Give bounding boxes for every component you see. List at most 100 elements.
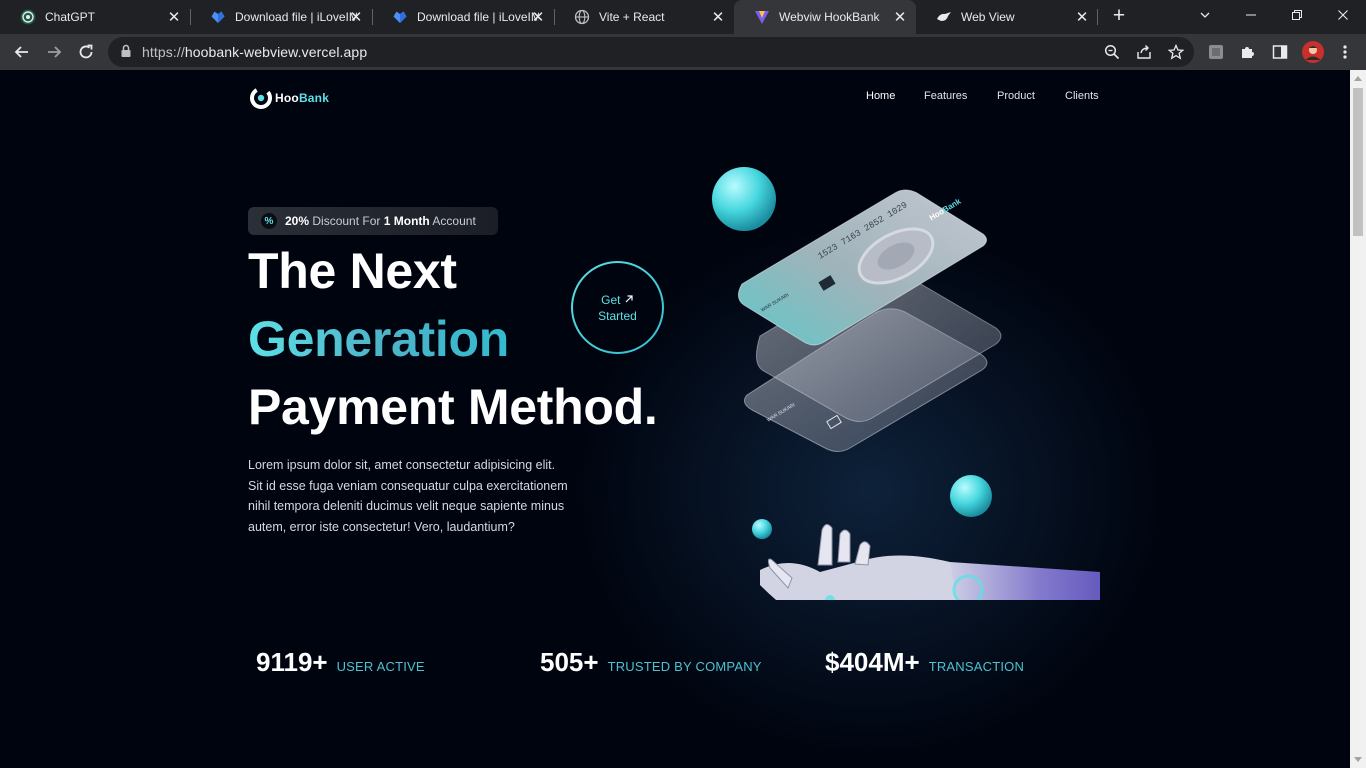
get-started-label-1: Get [601, 292, 621, 307]
avatar[interactable] [1302, 41, 1324, 63]
hero-heading-line1: The Next [248, 243, 457, 299]
get-started-inner: Get Started [573, 263, 662, 352]
tab-ilovepdf-2[interactable]: Download file | iLoveIMG ✕ [372, 0, 554, 34]
sphere-medium [950, 475, 992, 517]
ilovepdf-heart-icon [210, 9, 226, 25]
discount-suffix: Account [432, 214, 476, 228]
arrow-left-icon [14, 46, 28, 58]
extension-icon[interactable] [1207, 43, 1225, 61]
reload-icon [79, 44, 93, 59]
logo-hoo: Hoo [275, 91, 299, 105]
logo-bank: Bank [298, 91, 330, 105]
reload-button[interactable] [72, 38, 100, 66]
discount-period: 1 Month [383, 214, 430, 228]
tab-search-button[interactable] [1182, 0, 1228, 30]
chatgpt-icon [20, 9, 36, 25]
forward-button[interactable] [40, 38, 68, 66]
get-started-line2: Started [598, 308, 637, 323]
discount-mid: Discount For [312, 214, 381, 228]
stat-trusted-by-company: 505+ TRUSTED BY COMPANY [540, 647, 762, 678]
scrollbar-thumb[interactable] [1353, 88, 1363, 236]
page-viewport: HooBank Home Features Product Clients % … [0, 70, 1350, 768]
url-scheme: https:// [142, 44, 185, 60]
get-started-button[interactable]: Get Started [571, 261, 664, 354]
tab-strip: ChatGPT ✕ Download file | iLoveIMG ✕ Dow… [0, 0, 1366, 34]
tab-title: Vite + React [599, 10, 665, 24]
discount-percent: 20% [285, 214, 310, 228]
discount-badge: % 20% Discount For 1 Month Account [248, 207, 498, 235]
ilovepdf-heart-icon [392, 9, 408, 25]
puzzle-icon[interactable] [1239, 43, 1257, 61]
restore-button[interactable] [1274, 0, 1320, 30]
hero-illustration: 1523 7163 2852 1029 HooBank WAR SUKARI W… [712, 167, 1100, 600]
tab-divider [1097, 9, 1098, 25]
close-icon[interactable]: ✕ [166, 9, 182, 25]
hoobank-logo[interactable]: HooBank [250, 87, 329, 109]
stat-transaction: $404M+ TRANSACTION [825, 647, 1024, 678]
scroll-up-arrow-icon[interactable] [1354, 76, 1362, 81]
tab-title: Webviw HookBank [779, 10, 880, 24]
stat-user-active: 9119+ USER ACTIVE [256, 647, 425, 678]
tab-title: Download file | iLoveIMG [235, 10, 357, 24]
new-tab-button[interactable]: + [1108, 4, 1130, 27]
discount-icon: % [261, 213, 277, 229]
stat-value: 505+ [540, 647, 599, 677]
close-icon [1338, 10, 1348, 20]
tab-webviw-hookbank[interactable]: Webviw HookBank ✕ [734, 0, 916, 34]
hero-heading-line2: Generation [248, 311, 509, 367]
card-brand-bank: Bank [941, 196, 963, 214]
zoom-icon[interactable] [1103, 43, 1121, 61]
bookmark-star-icon[interactable] [1167, 43, 1185, 61]
discount-text: 20% Discount For 1 Month Account [285, 214, 476, 228]
nav-product[interactable]: Product [997, 90, 1035, 102]
close-icon[interactable]: ✕ [710, 9, 726, 25]
globe-icon [574, 9, 590, 25]
stat-value: $404M+ [825, 647, 920, 677]
nav-home[interactable]: Home [866, 90, 895, 102]
stat-label: USER ACTIVE [336, 659, 425, 674]
hero-description: Lorem ipsum dolor sit, amet consectetur … [248, 458, 568, 534]
arrow-up-right-icon [625, 294, 633, 302]
hero-heading-line3: Payment Method. [248, 379, 658, 435]
tab-vite-react[interactable]: Vite + React ✕ [554, 0, 734, 34]
tab-title: Download file | iLoveIMG [417, 10, 539, 24]
robot-hand [760, 524, 1100, 600]
tab-title: ChatGPT [45, 10, 96, 24]
menu-kebab-icon[interactable] [1336, 43, 1354, 61]
sphere-large [712, 167, 776, 231]
close-window-button[interactable] [1320, 0, 1366, 30]
tab-chatgpt[interactable]: ChatGPT ✕ [0, 0, 190, 34]
vertical-scrollbar[interactable] [1350, 70, 1366, 768]
vite-icon [754, 9, 770, 25]
url-host: hoobank-webview.vercel.app [184, 44, 368, 60]
tab-web-view[interactable]: Web View ✕ [916, 0, 1098, 34]
sphere-small [752, 519, 772, 539]
chevron-down-icon [1200, 12, 1210, 18]
address-bar[interactable]: https://hoobank-webview.vercel.app [108, 37, 1194, 67]
url-text[interactable]: https://hoobank-webview.vercel.app [142, 44, 367, 60]
side-panel-icon[interactable] [1271, 43, 1289, 61]
hoobank-logo-icon [250, 87, 272, 109]
nav-features[interactable]: Features [924, 90, 967, 102]
restore-icon [1292, 10, 1302, 20]
scroll-down-arrow-icon[interactable] [1354, 757, 1362, 762]
close-icon[interactable]: ✕ [1074, 9, 1090, 25]
close-icon[interactable]: ✕ [348, 9, 364, 25]
close-icon[interactable]: ✕ [892, 9, 908, 25]
logo-wordmark: HooBank [275, 91, 329, 105]
share-icon[interactable] [1135, 43, 1153, 61]
close-icon[interactable]: ✕ [530, 9, 546, 25]
get-started-line1: Get [601, 292, 634, 308]
minimize-button[interactable] [1228, 0, 1274, 30]
browser-toolbar: https://hoobank-webview.vercel.app [0, 34, 1366, 70]
minimize-icon [1246, 14, 1256, 16]
stat-label: TRANSACTION [928, 659, 1025, 674]
nav-clients[interactable]: Clients [1065, 90, 1099, 102]
lock-icon[interactable] [120, 44, 132, 63]
stat-label: TRUSTED BY COMPANY [607, 659, 762, 674]
stat-value: 9119+ [256, 647, 328, 677]
back-button[interactable] [8, 38, 36, 66]
bird-icon [936, 9, 952, 25]
tab-ilovepdf-1[interactable]: Download file | iLoveIMG ✕ [190, 0, 372, 34]
arrow-right-icon [48, 46, 62, 58]
